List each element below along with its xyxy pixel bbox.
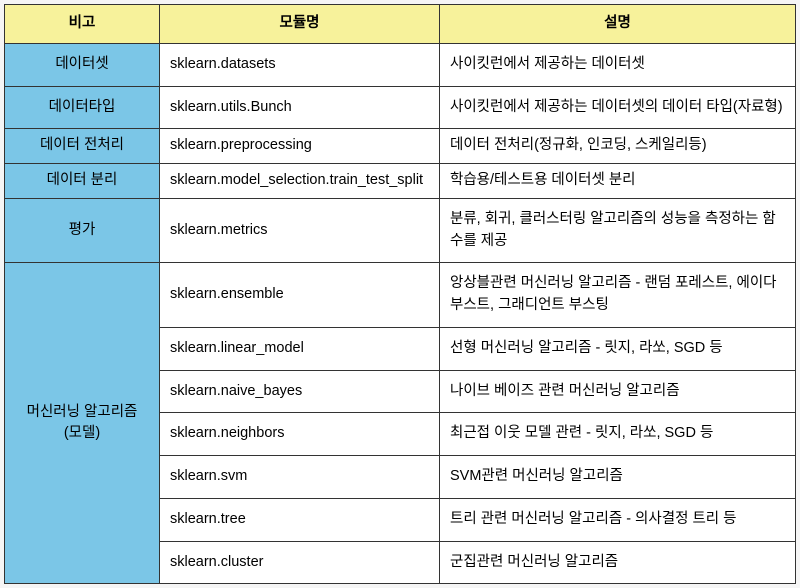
header-row: 비고 모듈명 설명 — [5, 5, 796, 44]
cell-desc: SVM관련 머신러닝 알고리즘 — [440, 456, 796, 499]
table-row: 데이터셋 sklearn.datasets 사이킷런에서 제공하는 데이터셋 — [5, 43, 796, 86]
cell-remark-ml: 머신러닝 알고리즘 (모델) — [5, 263, 160, 584]
cell-module: sklearn.datasets — [160, 43, 440, 86]
cell-desc: 분류, 회귀, 클러스터링 알고리즘의 성능을 측정하는 함수를 제공 — [440, 198, 796, 263]
header-module: 모듈명 — [160, 5, 440, 44]
cell-module: sklearn.preprocessing — [160, 129, 440, 164]
cell-module: sklearn.tree — [160, 498, 440, 541]
cell-remark-ml-line1: 머신러닝 알고리즘 (모델) — [27, 404, 138, 442]
cell-desc: 최근접 이웃 모델 관련 - 릿지, 라쏘, SGD 등 — [440, 413, 796, 456]
cell-module: sklearn.naive_bayes — [160, 370, 440, 413]
cell-remark: 데이터 전처리 — [5, 129, 160, 164]
cell-desc: 앙상블관련 머신러닝 알고리즘 - 랜덤 포레스트, 에이다 부스트, 그래디언… — [440, 263, 796, 328]
cell-remark: 데이터타입 — [5, 86, 160, 129]
cell-desc: 군집관련 머신러닝 알고리즘 — [440, 541, 796, 584]
table-row: 데이터 분리 sklearn.model_selection.train_tes… — [5, 164, 796, 199]
table-row: 데이터타입 sklearn.utils.Bunch 사이킷런에서 제공하는 데이… — [5, 86, 796, 129]
cell-desc: 데이터 전처리(정규화, 인코딩, 스케일리등) — [440, 129, 796, 164]
sklearn-modules-table: 비고 모듈명 설명 데이터셋 sklearn.datasets 사이킷런에서 제… — [4, 4, 796, 584]
cell-module: sklearn.ensemble — [160, 263, 440, 328]
table-row: 평가 sklearn.metrics 분류, 회귀, 클러스터링 알고리즘의 성… — [5, 198, 796, 263]
cell-remark: 평가 — [5, 198, 160, 263]
cell-module: sklearn.cluster — [160, 541, 440, 584]
cell-module: sklearn.linear_model — [160, 327, 440, 370]
cell-module: sklearn.metrics — [160, 198, 440, 263]
header-desc: 설명 — [440, 5, 796, 44]
cell-remark: 데이터 분리 — [5, 164, 160, 199]
cell-module: sklearn.utils.Bunch — [160, 86, 440, 129]
cell-module: sklearn.model_selection.train_test_split — [160, 164, 440, 199]
cell-desc: 학습용/테스트용 데이터셋 분리 — [440, 164, 796, 199]
cell-desc: 선형 머신러닝 알고리즘 - 릿지, 라쏘, SGD 등 — [440, 327, 796, 370]
table-row: 데이터 전처리 sklearn.preprocessing 데이터 전처리(정규… — [5, 129, 796, 164]
cell-desc: 사이킷런에서 제공하는 데이터셋의 데이터 타입(자료형) — [440, 86, 796, 129]
cell-remark: 데이터셋 — [5, 43, 160, 86]
cell-desc: 나이브 베이즈 관련 머신러닝 알고리즘 — [440, 370, 796, 413]
header-remark: 비고 — [5, 5, 160, 44]
cell-module: sklearn.neighbors — [160, 413, 440, 456]
cell-desc: 사이킷런에서 제공하는 데이터셋 — [440, 43, 796, 86]
table-row: 머신러닝 알고리즘 (모델) sklearn.ensemble 앙상블관련 머신… — [5, 263, 796, 328]
cell-module: sklearn.svm — [160, 456, 440, 499]
cell-desc: 트리 관련 머신러닝 알고리즘 - 의사결정 트리 등 — [440, 498, 796, 541]
